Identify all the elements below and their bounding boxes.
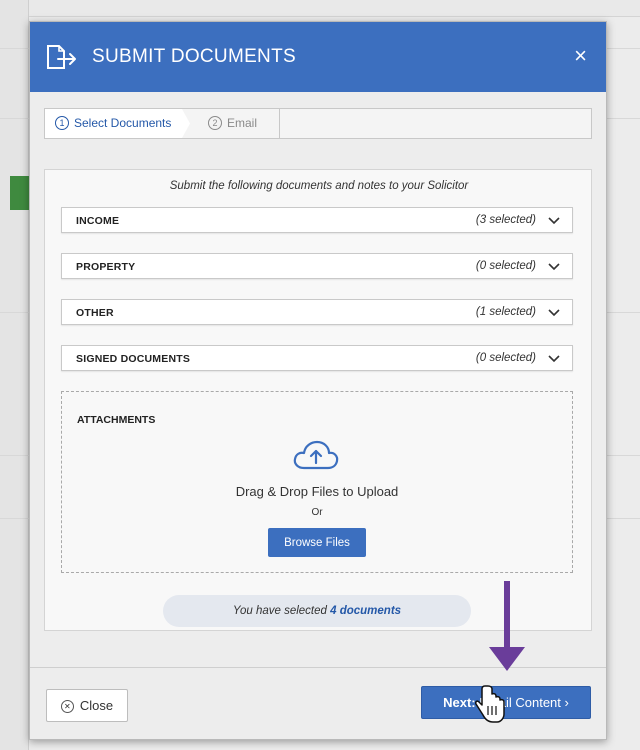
step-divider xyxy=(279,109,280,138)
selection-count: 4 documents xyxy=(330,605,402,617)
section-label: OTHER xyxy=(76,307,114,319)
step-label: Email xyxy=(227,116,258,130)
step-number: 2 xyxy=(208,116,222,130)
chevron-right-icon: › xyxy=(564,695,569,710)
step-select-documents[interactable]: 1 Select Documents xyxy=(55,116,171,130)
section-property[interactable]: PROPERTY (0 selected) xyxy=(61,253,573,279)
step-email[interactable]: 2 Email xyxy=(208,116,257,130)
selection-prefix: You have selected xyxy=(232,605,327,617)
close-button[interactable]: ✕ Close xyxy=(46,689,128,722)
section-income[interactable]: INCOME (3 selected) xyxy=(61,207,573,233)
wizard-steps: 1 Select Documents 2 Email xyxy=(44,108,592,139)
section-label: INCOME xyxy=(76,215,120,227)
section-count: (0 selected) xyxy=(475,260,536,272)
section-other[interactable]: OTHER (1 selected) xyxy=(61,299,573,325)
section-count: (1 selected) xyxy=(475,306,536,318)
documents-panel: Submit the following documents and notes… xyxy=(44,169,592,631)
attachments-dropzone[interactable]: ATTACHMENTS Drag & Drop Files to Upload … xyxy=(61,391,573,573)
section-count: (0 selected) xyxy=(475,352,536,364)
next-label-bold: Next: xyxy=(443,695,476,710)
chevron-down-icon xyxy=(548,309,560,317)
section-signed-documents[interactable]: SIGNED DOCUMENTS (0 selected) xyxy=(61,345,573,371)
close-circle-icon: ✕ xyxy=(60,700,74,713)
chevron-down-icon xyxy=(548,217,560,225)
close-icon[interactable]: × xyxy=(574,44,587,68)
or-text: Or xyxy=(311,507,323,518)
annotation-arrow-icon xyxy=(489,581,525,671)
close-button-label: Close xyxy=(79,698,114,713)
step-number: 1 xyxy=(55,116,69,130)
dialog-header: SUBMIT DOCUMENTS × xyxy=(30,22,606,92)
cloud-upload-icon xyxy=(293,440,339,470)
background-topbar xyxy=(0,0,640,17)
section-label: SIGNED DOCUMENTS xyxy=(76,353,191,365)
chevron-down-icon xyxy=(548,263,560,271)
selection-summary: You have selected 4 documents xyxy=(163,595,471,627)
background-left-column xyxy=(0,0,29,750)
next-email-content-button[interactable]: Next: Email Content › xyxy=(421,686,591,719)
section-count: (3 selected) xyxy=(475,214,536,226)
hand-pointer-icon xyxy=(475,685,505,723)
attachments-label: ATTACHMENTS xyxy=(77,414,156,426)
section-label: PROPERTY xyxy=(76,261,136,273)
drag-drop-text: Drag & Drop Files to Upload xyxy=(235,484,399,499)
chevron-down-icon xyxy=(548,355,560,363)
browse-files-button[interactable]: Browse Files xyxy=(268,528,366,557)
instruction-text: Submit the following documents and notes… xyxy=(169,180,469,192)
step-label: Select Documents xyxy=(74,116,172,130)
dialog-title: SUBMIT DOCUMENTS xyxy=(92,46,296,67)
document-export-icon xyxy=(47,45,76,69)
